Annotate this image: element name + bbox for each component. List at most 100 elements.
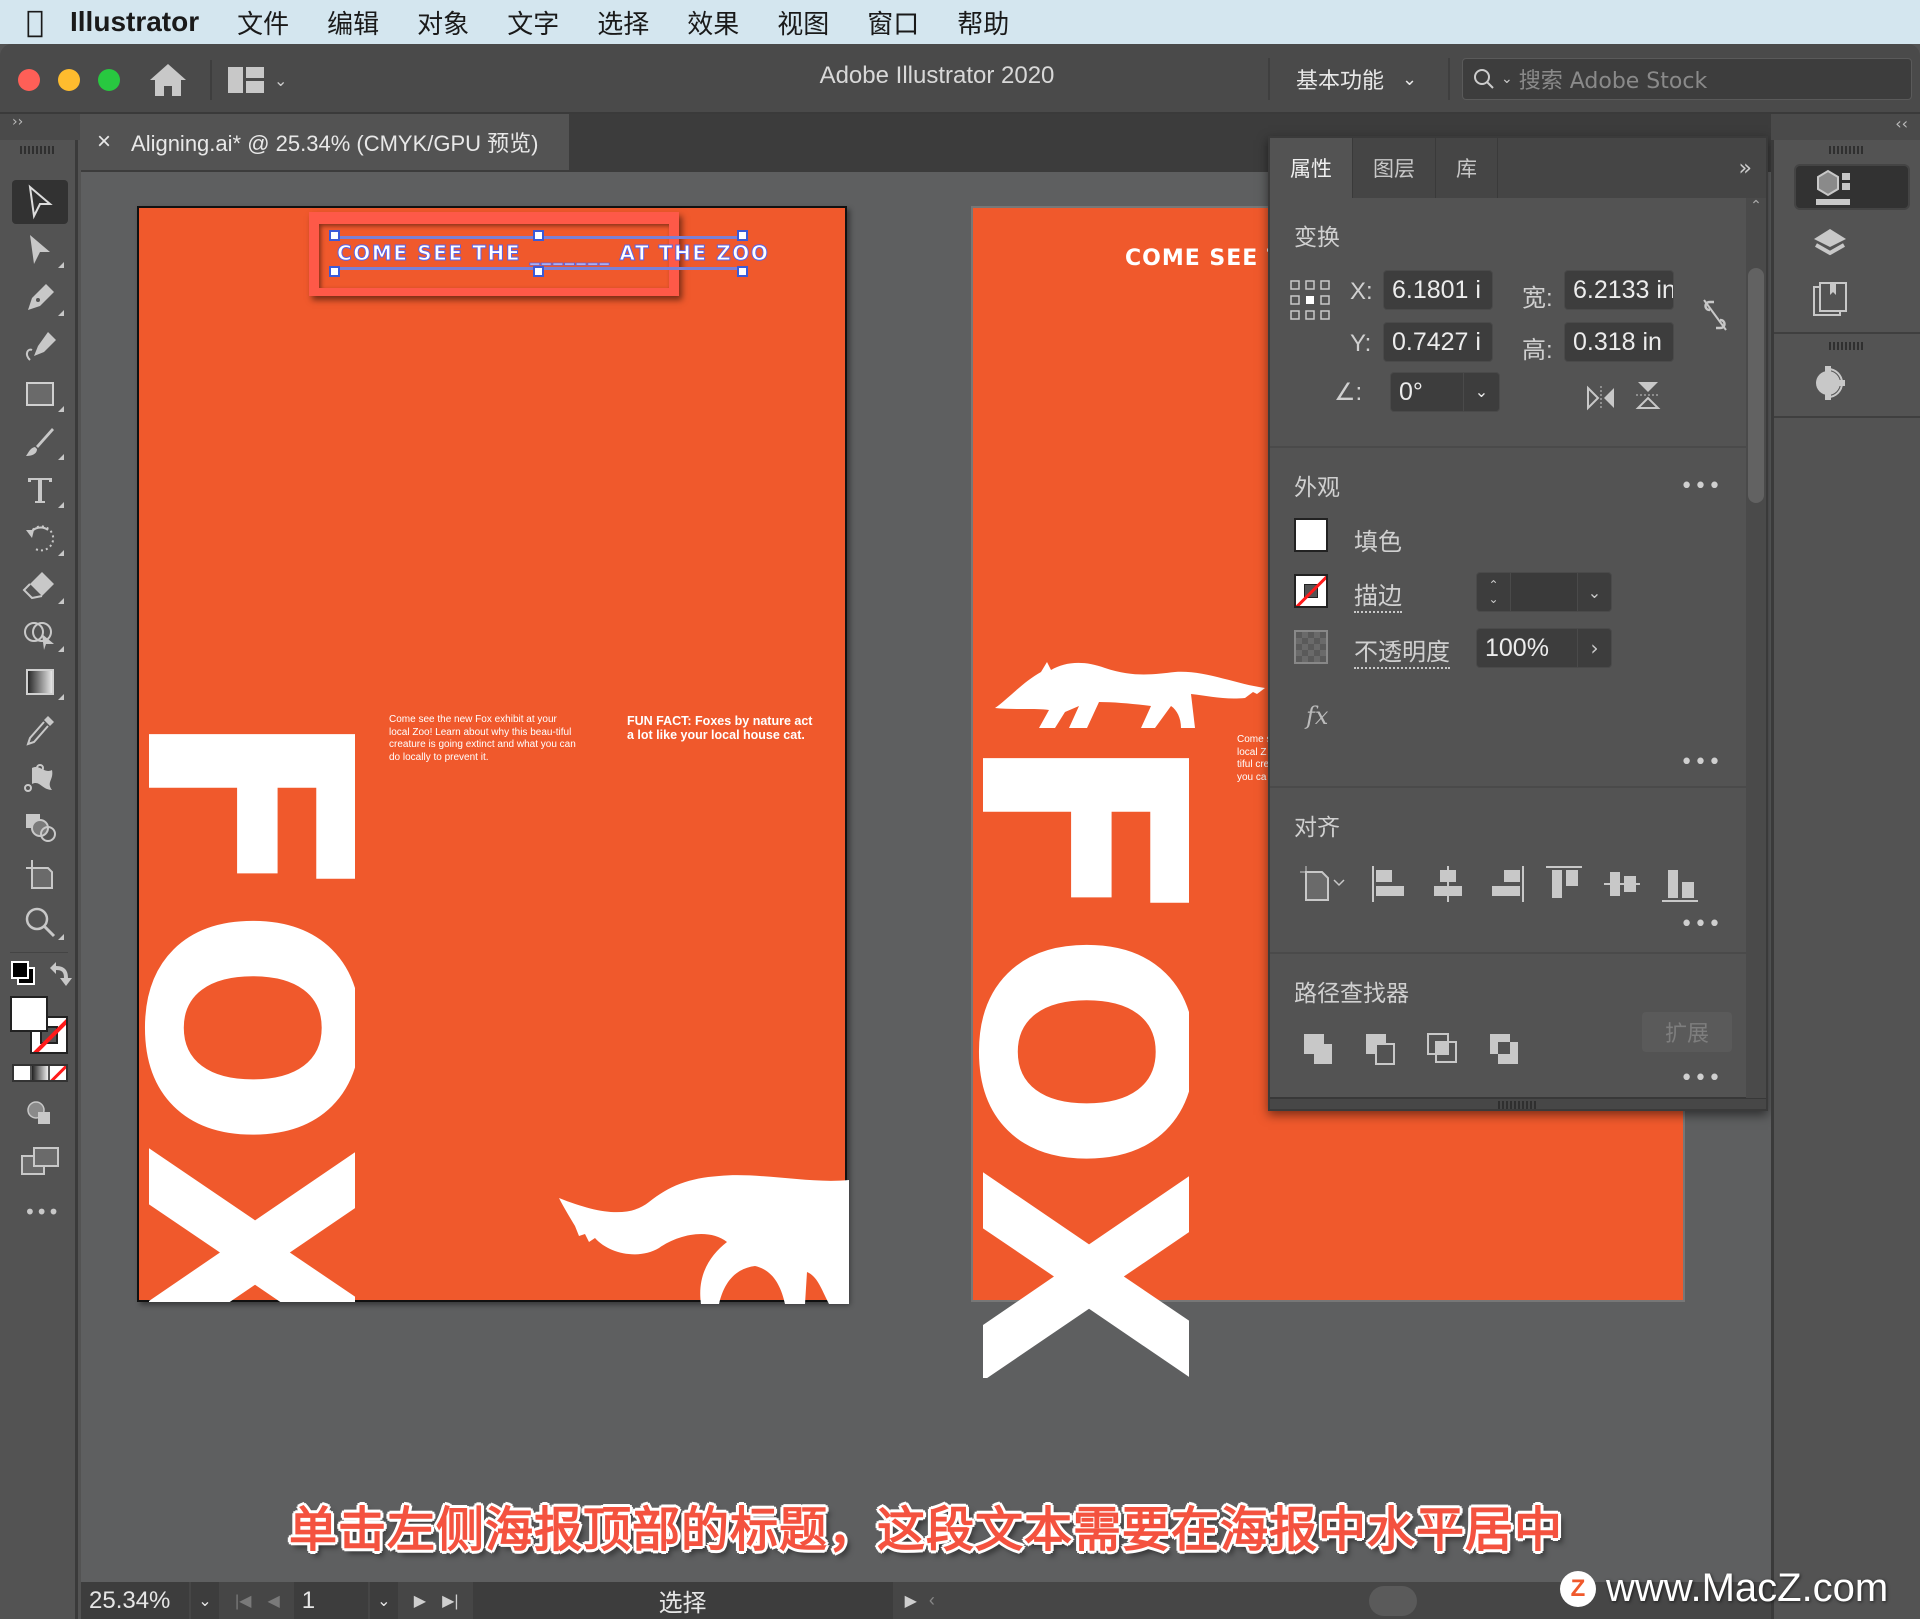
selection-handle[interactable] xyxy=(533,266,544,277)
appearance-more-options[interactable]: ••• xyxy=(1680,750,1722,775)
flip-horizontal-icon[interactable] xyxy=(1586,384,1616,412)
opacity-label[interactable]: 不透明度 xyxy=(1354,632,1450,669)
panel-grip[interactable] xyxy=(1829,342,1865,350)
opacity-input[interactable]: 100% › xyxy=(1476,628,1612,668)
pathfinder-unite-icon[interactable] xyxy=(1300,1030,1340,1070)
gradient-button[interactable] xyxy=(32,1066,48,1080)
width-input[interactable]: 6.2133 in xyxy=(1564,270,1674,310)
live-paint-tool[interactable] xyxy=(12,804,68,848)
dock-libraries-button[interactable] xyxy=(1794,276,1910,322)
menu-edit[interactable]: 编辑 xyxy=(327,4,379,41)
menu-help[interactable]: 帮助 xyxy=(957,4,1009,41)
dock-collapse-button[interactable]: ‹‹ xyxy=(1771,114,1920,140)
dock-cc-sync-button[interactable] xyxy=(1794,360,1910,406)
menu-effect[interactable]: 效果 xyxy=(687,4,739,41)
pathfinder-minus-front-icon[interactable] xyxy=(1362,1030,1402,1070)
status-menu-icon[interactable]: ▶ xyxy=(893,1591,929,1611)
default-fill-stroke-button[interactable] xyxy=(10,960,38,988)
eyedropper-tool[interactable] xyxy=(12,708,68,752)
panel-scrollbar[interactable]: ⌃ xyxy=(1746,198,1766,1098)
artboard-number-input[interactable]: 1 xyxy=(293,1582,370,1619)
fox-big-word[interactable]: FOX xyxy=(139,708,355,1302)
horizontal-align-left-icon[interactable] xyxy=(1370,864,1410,904)
none-button[interactable] xyxy=(50,1066,66,1080)
current-tool-status[interactable]: 选择 xyxy=(472,1582,893,1619)
expand-button[interactable]: 扩展 xyxy=(1642,1012,1732,1052)
first-artboard-icon[interactable]: |◀ xyxy=(235,1591,251,1611)
zoom-tool[interactable] xyxy=(12,900,68,944)
vertical-align-center-icon[interactable] xyxy=(1602,864,1642,904)
selection-handle[interactable] xyxy=(533,230,544,241)
stroke-label[interactable]: 描边 xyxy=(1354,576,1402,613)
vertical-align-top-icon[interactable] xyxy=(1544,864,1584,904)
menu-view[interactable]: 视图 xyxy=(777,4,829,41)
pathfinder-more-options[interactable]: ••• xyxy=(1680,1066,1722,1091)
dock-layers-button[interactable] xyxy=(1794,220,1910,266)
chevron-down-icon[interactable]: ⌄ xyxy=(1463,373,1499,411)
selection-handle[interactable] xyxy=(737,266,748,277)
scroll-up-icon[interactable]: ⌃ xyxy=(1746,198,1766,214)
document-tab[interactable]: × Aligning.ai* @ 25.34% (CMYK/GPU 预览) xyxy=(81,114,569,170)
y-input[interactable]: 0.7427 i xyxy=(1383,322,1493,362)
stock-search-input[interactable]: ⌄ 搜索 Adobe Stock xyxy=(1462,58,1912,100)
rotate-angle-input[interactable]: 0° ⌄ xyxy=(1390,372,1500,412)
chevron-down-icon[interactable]: ⌄ xyxy=(1577,573,1611,611)
curvature-tool[interactable] xyxy=(12,324,68,368)
workspace-switcher[interactable]: 基本功能 ⌄ xyxy=(1268,58,1417,100)
fox-silhouette-walking[interactable] xyxy=(995,658,1275,732)
stroke-color-swatch[interactable] xyxy=(1294,574,1328,608)
menu-app-name[interactable]: Illustrator xyxy=(70,6,199,38)
last-artboard-icon[interactable]: ▶| xyxy=(442,1591,458,1611)
menu-select[interactable]: 选择 xyxy=(597,4,649,41)
align-more-options[interactable]: ••• xyxy=(1680,912,1722,937)
selection-handle[interactable] xyxy=(329,266,340,277)
menu-object[interactable]: 对象 xyxy=(417,4,469,41)
align-to-icon[interactable] xyxy=(1298,864,1354,904)
eraser-tool[interactable] xyxy=(12,564,68,608)
body-copy[interactable]: Come see the new Fox exhibit at your loc… xyxy=(389,714,579,764)
flip-vertical-icon[interactable] xyxy=(1634,380,1662,410)
toolbar-collapse-button[interactable]: ›› xyxy=(0,114,80,140)
chevron-right-icon[interactable]: › xyxy=(1577,628,1611,668)
gradient-tool[interactable] xyxy=(12,660,68,704)
rotate-tool[interactable] xyxy=(12,516,68,560)
fill-stroke-swatches[interactable] xyxy=(10,996,68,1054)
artboard-tool[interactable] xyxy=(12,852,68,896)
apple-icon[interactable]:  xyxy=(0,5,70,40)
fox-silhouette[interactable] xyxy=(559,1158,849,1304)
selection-tool[interactable] xyxy=(12,180,68,224)
panel-grip[interactable] xyxy=(19,146,56,154)
panel-grip[interactable] xyxy=(1829,146,1865,154)
tab-libraries[interactable]: 库 xyxy=(1436,138,1498,198)
dock-properties-button[interactable] xyxy=(1794,164,1910,210)
zoom-level-input[interactable]: 25.34% xyxy=(81,1582,191,1619)
menu-window[interactable]: 窗口 xyxy=(867,4,919,41)
fun-fact-text[interactable]: FUN FACT: Foxes by nature act a lot like… xyxy=(627,714,817,742)
pen-tool[interactable] xyxy=(12,276,68,320)
screen-mode-button[interactable] xyxy=(20,1146,60,1178)
shape-builder-tool[interactable] xyxy=(12,612,68,656)
paintbrush-tool[interactable] xyxy=(12,420,68,464)
pathfinder-intersect-icon[interactable] xyxy=(1424,1030,1464,1070)
menu-type[interactable]: 文字 xyxy=(507,4,559,41)
direct-selection-tool[interactable] xyxy=(12,228,68,272)
rectangle-tool[interactable] xyxy=(12,372,68,416)
height-input[interactable]: 0.318 in xyxy=(1564,322,1674,362)
draw-mode-button[interactable] xyxy=(26,1100,54,1128)
horizontal-scrollbar-thumb[interactable] xyxy=(1369,1586,1417,1616)
left-poster-artboard[interactable]: COME SEE THE _______ AT THE ZOO FOX Come… xyxy=(137,206,849,1304)
headline-text[interactable]: COME SEE THE _______ AT THE ZOO xyxy=(337,241,770,266)
vertical-align-bottom-icon[interactable] xyxy=(1660,864,1700,904)
horizontal-align-right-icon[interactable] xyxy=(1486,864,1526,904)
previous-artboard-icon[interactable]: ◀ xyxy=(267,1591,279,1611)
right-fox-big-word[interactable]: FOX xyxy=(973,732,1189,1378)
panel-collapse-button[interactable]: » xyxy=(1739,138,1766,198)
puppet-warp-tool[interactable] xyxy=(12,756,68,800)
next-artboard-icon[interactable]: ▶ xyxy=(414,1591,426,1611)
fill-swatch[interactable] xyxy=(10,996,48,1032)
tab-properties[interactable]: 属性 xyxy=(1270,138,1353,198)
artboard-dropdown-button[interactable]: ⌄ xyxy=(369,1582,400,1619)
swap-fill-stroke-button[interactable] xyxy=(46,960,74,988)
horizontal-align-center-icon[interactable] xyxy=(1428,864,1468,904)
selection-handle[interactable] xyxy=(329,230,340,241)
